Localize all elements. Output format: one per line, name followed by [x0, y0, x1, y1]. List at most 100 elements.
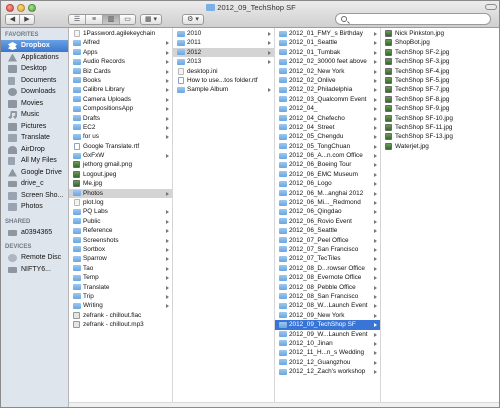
column-techshop-sf[interactable]: Nick Pinkston.jpg ShopBot.jpg TechShop SF-… [381, 28, 499, 407]
sidebar-item[interactable]: Remote Disc [1, 252, 68, 264]
sidebar-item[interactable]: Dropbox [1, 40, 68, 52]
folder-row[interactable]: 2012_08_Pebble Office [275, 283, 380, 292]
file-row[interactable]: jethorg gmail.png [69, 160, 172, 169]
sidebar-item[interactable]: Movies [1, 98, 68, 110]
folder-row[interactable]: 2012_08_Evernote Office [275, 273, 380, 282]
folder-row[interactable]: 2012 [173, 47, 274, 58]
file-row[interactable]: TechShop SF-7.jpg [381, 85, 499, 94]
column-view-button[interactable]: ▥ [103, 15, 120, 24]
file-row[interactable]: How to use...tos folder.rtf [173, 76, 274, 85]
sidebar-item[interactable]: Screen Sho... [1, 190, 68, 202]
file-row[interactable]: zefrank - chillout.mp3 [69, 320, 172, 329]
folder-row[interactable]: Apps [69, 48, 172, 57]
sidebar-item[interactable]: Applications [1, 52, 68, 64]
folder-row[interactable]: 2012_11_H...n_s Wedding [275, 348, 380, 357]
folder-row[interactable]: 2013 [173, 57, 274, 66]
folder-row[interactable]: Camera Uploads [69, 95, 172, 104]
folder-row[interactable]: 2012_06_EMC Museum [275, 170, 380, 179]
folder-row[interactable]: 2012_01_FMY_s Birthday [275, 29, 380, 38]
sidebar-item[interactable]: AirDrop [1, 144, 68, 156]
folder-row[interactable]: Trip [69, 292, 172, 301]
folder-row[interactable]: Screenshots [69, 236, 172, 245]
file-row[interactable]: TechShop SF-10.jpg [381, 114, 499, 123]
file-row[interactable]: TechShop SF-13.jpg [381, 132, 499, 141]
file-row[interactable]: desktop.ini [173, 67, 274, 76]
sidebar-item[interactable]: Music [1, 109, 68, 121]
file-row[interactable]: zefrank - chillout.flac [69, 311, 172, 320]
folder-row[interactable]: 2012_02_30000 feet above [275, 57, 380, 66]
folder-row[interactable]: 2012_06_Rovio Event [275, 217, 380, 226]
icon-view-button[interactable]: ☰ [69, 15, 86, 24]
folder-row[interactable]: Translate [69, 283, 172, 292]
folder-row[interactable]: Photos [69, 188, 172, 199]
folder-row[interactable]: 2012_06_Logo [275, 179, 380, 188]
folder-row[interactable]: Temp [69, 273, 172, 282]
cover-flow-button[interactable]: ▭ [120, 15, 135, 24]
folder-row[interactable]: 2012_01_Tumbak [275, 48, 380, 57]
folder-row[interactable]: Alfred [69, 38, 172, 47]
folder-row[interactable]: 2012_06_M...anghai 2012 [275, 189, 380, 198]
sidebar-item[interactable]: drive_c [1, 178, 68, 190]
sidebar-item[interactable]: Translate [1, 132, 68, 144]
column-photos[interactable]: 2010 2011 2012 2013 desktop.ini How to use...… [173, 28, 275, 407]
sidebar-item[interactable]: Pictures [1, 121, 68, 133]
file-row[interactable]: TechShop SF-5.jpg [381, 76, 499, 85]
folder-row[interactable]: 2012_03_Qualcomm Event [275, 95, 380, 104]
arrange-button[interactable]: ▦ ▾ [140, 14, 162, 25]
folder-row[interactable]: 2012_08_D...rowser Office [275, 264, 380, 273]
search-input[interactable] [350, 15, 486, 23]
folder-row[interactable]: 2012_06_Boeing Tour [275, 160, 380, 169]
folder-row[interactable]: 2012_09_W...Launch Event [275, 330, 380, 339]
file-row[interactable]: TechShop SF-8.jpg [381, 95, 499, 104]
folder-row[interactable]: Biz Cards [69, 67, 172, 76]
folder-row[interactable]: 2012_12_Guangzhou [275, 358, 380, 367]
file-row[interactable]: Logout.jpeg [69, 170, 172, 179]
folder-row[interactable]: 2012_08_W...Launch Event [275, 301, 380, 310]
folder-row[interactable]: 2011 [173, 38, 274, 47]
folder-row[interactable]: Tao [69, 264, 172, 273]
sidebar-item[interactable]: Documents [1, 75, 68, 87]
folder-row[interactable]: 2012_09_New York [275, 311, 380, 320]
folder-row[interactable]: Public [69, 217, 172, 226]
file-row[interactable]: TechShop SF-9.jpg [381, 104, 499, 113]
folder-row[interactable]: 2012_04_ [275, 104, 380, 113]
folder-row[interactable]: Sortbox [69, 245, 172, 254]
folder-row[interactable]: Writing [69, 301, 172, 310]
folder-row[interactable]: 2012_04_Street [275, 123, 380, 132]
folder-row[interactable]: 2012_06_Seattle [275, 226, 380, 235]
folder-row[interactable]: 2012_07_TecTiles [275, 254, 380, 263]
sidebar-item[interactable]: Downloads [1, 86, 68, 98]
file-row[interactable]: plot.log [69, 198, 172, 207]
file-row[interactable]: TechShop SF-2.jpg [381, 48, 499, 57]
toolbar-toggle-button[interactable] [485, 4, 497, 10]
folder-row[interactable]: Books [69, 76, 172, 85]
folder-row[interactable]: 2012_02_New York [275, 67, 380, 76]
list-view-button[interactable]: ≡ [86, 15, 103, 24]
folder-row[interactable]: Calibre Library [69, 85, 172, 94]
folder-row[interactable]: 2012_07_Peel Office [275, 236, 380, 245]
forward-button[interactable]: ▶ [20, 15, 34, 24]
folder-row[interactable]: Audio Records [69, 57, 172, 66]
folder-row[interactable]: 2012_10_Jinan [275, 339, 380, 348]
sidebar-item[interactable]: All My Files [1, 155, 68, 167]
column-2012[interactable]: 2012_01_FMY_s Birthday 2012_01_Seattle 201… [275, 28, 381, 407]
folder-row[interactable]: 2012_07_San Francisco [275, 245, 380, 254]
folder-row[interactable]: 2012_06_A...n.com Office [275, 151, 380, 160]
sidebar-item[interactable]: Photos [1, 201, 68, 213]
folder-row[interactable]: 2012_06_Qingdao [275, 207, 380, 216]
folder-row[interactable]: 2012_02_Onlive [275, 76, 380, 85]
sidebar-item[interactable]: NIFTY6... [1, 264, 68, 276]
folder-row[interactable]: 2012_09_TechShop SF [275, 320, 380, 330]
sidebar-item[interactable]: a0394365 [1, 227, 68, 239]
back-button[interactable]: ◀ [6, 15, 20, 24]
file-row[interactable]: Nick Pinkston.jpg [381, 29, 499, 38]
file-row[interactable]: Waterjet.jpg [381, 142, 499, 151]
action-button[interactable]: ⚙ ▾ [182, 14, 204, 25]
sidebar-item[interactable]: Google Drive [1, 167, 68, 179]
folder-row[interactable]: 2012_02_Philadelphia [275, 85, 380, 94]
folder-row[interactable]: GxFxW [69, 151, 172, 160]
horizontal-scrollbar[interactable] [69, 402, 499, 407]
file-row[interactable]: ShopBot.jpg [381, 38, 499, 47]
folder-row[interactable]: for us [69, 132, 172, 141]
folder-row[interactable]: 2010 [173, 29, 274, 38]
